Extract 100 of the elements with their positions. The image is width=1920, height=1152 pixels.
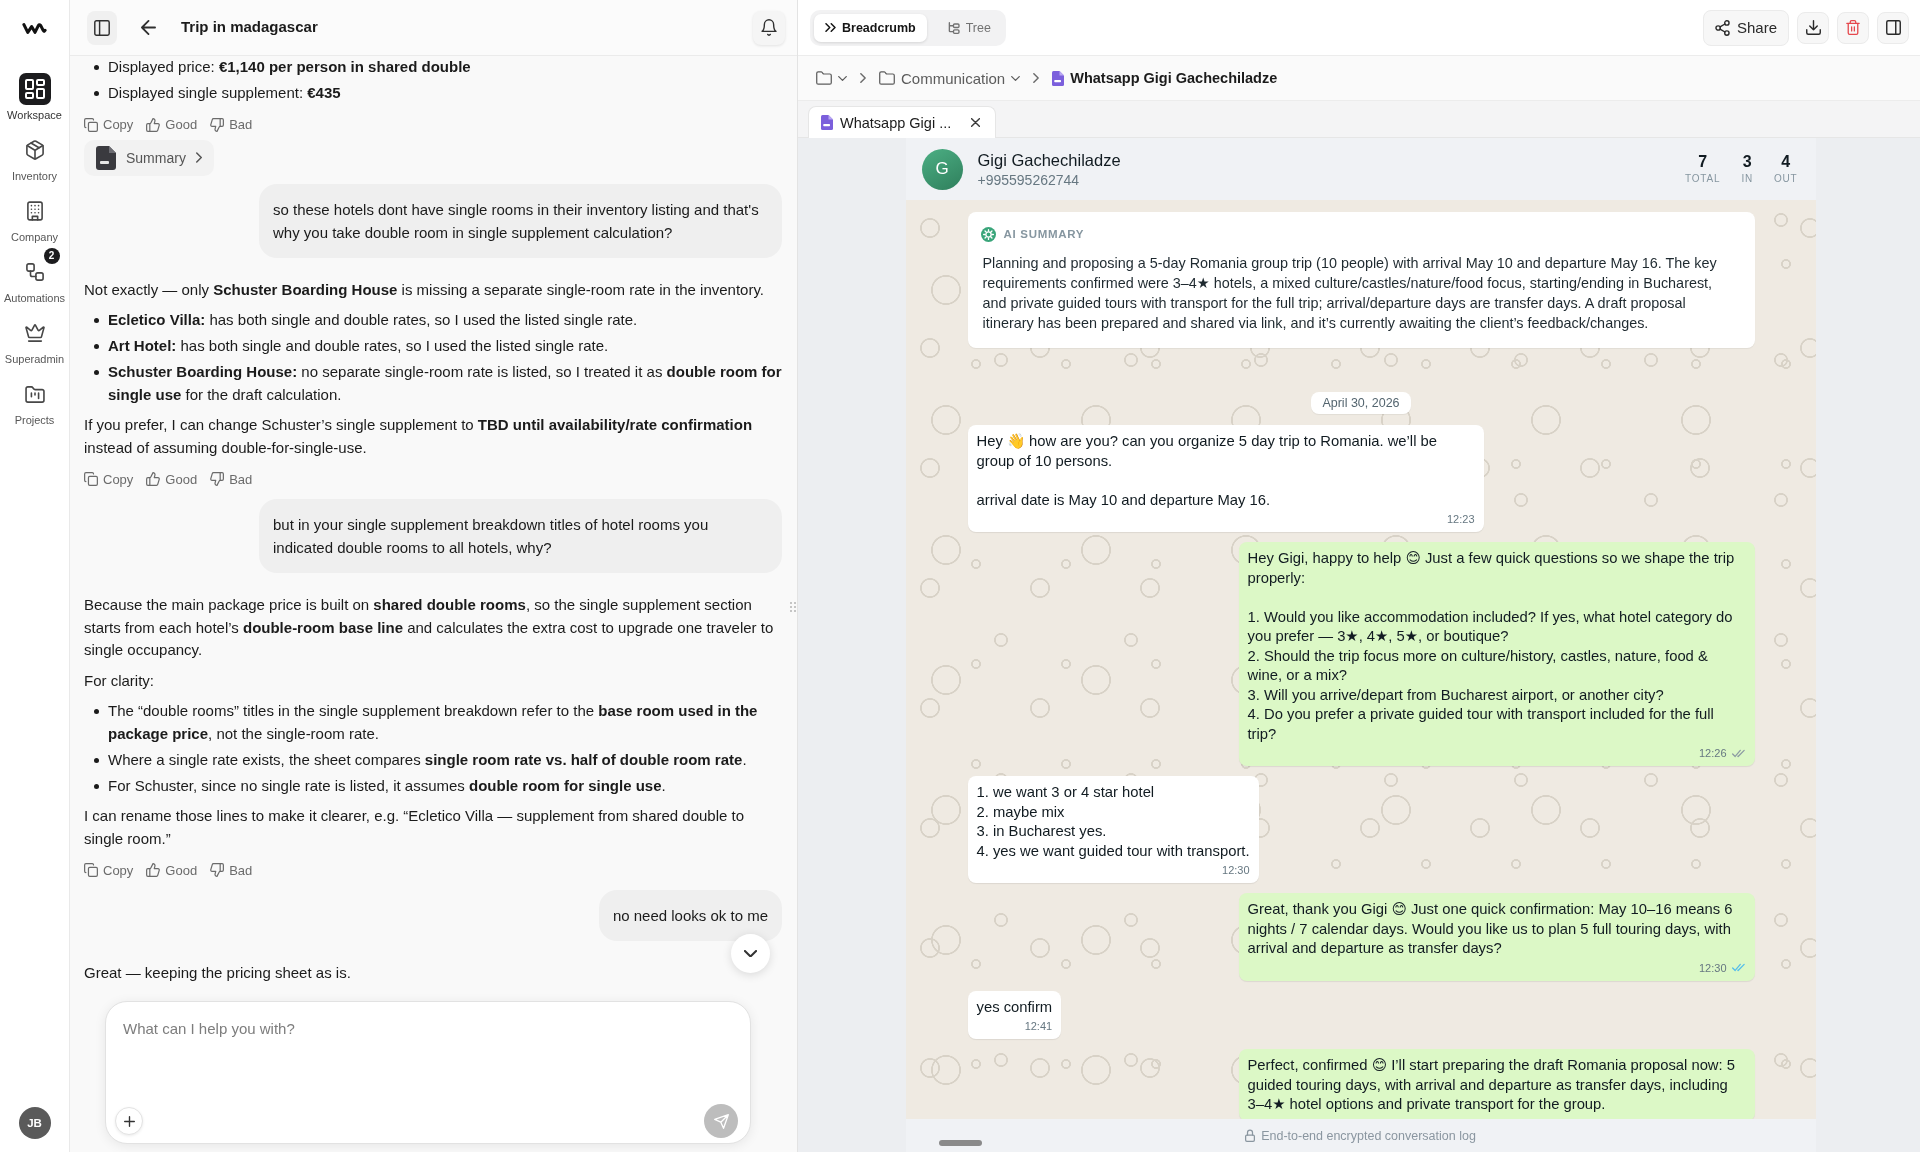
thumbs-up-button[interactable]: Good — [146, 862, 198, 878]
share-button[interactable]: Share — [1702, 9, 1789, 46]
user-message: no need looks ok to me — [598, 890, 782, 941]
list-item-text: For Schuster, since no single rate is listed, it assumes double room for single use. — [108, 775, 666, 796]
chevron-down-icon — [744, 949, 757, 958]
nav-item[interactable]: Projects — [1, 370, 68, 431]
stat-value: 4 — [1781, 152, 1791, 172]
lock-icon — [1245, 1129, 1256, 1142]
resize-handle-icon[interactable] — [790, 602, 796, 612]
chevron-down-icon — [1011, 75, 1021, 81]
message-text: Because the main package price is built on shared double rooms, so the single supplement section starts from each hotel’s double-room base line and calculates the extra cost to upgrade one traveler to single occupancy. — [84, 595, 775, 660]
file-icon — [821, 115, 833, 130]
thumbs-up-button[interactable]: Good — [146, 471, 198, 487]
notifications-button[interactable] — [753, 10, 785, 45]
copy-button[interactable]: Copy — [84, 471, 134, 487]
nav-item[interactable]: Inventory — [1, 126, 68, 187]
copy-button[interactable]: Copy — [84, 117, 134, 132]
thumbs-up-icon — [146, 472, 161, 486]
chevron-right-icon — [1033, 73, 1040, 83]
file-tab[interactable]: Whatsapp Gigi ... — [808, 106, 997, 138]
root-folder-button[interactable] — [816, 71, 847, 85]
message-composer[interactable]: What can I help you with? — [105, 1001, 751, 1144]
panel-toggle-button[interactable] — [1877, 11, 1909, 44]
document-icon — [96, 145, 116, 170]
message-text: yes confirm — [976, 997, 1053, 1017]
message-text: Hey 👋 how are you? can you organize 5 day trip to Romania. we’ll be group of 10 persons. arrival date is May 10 and departure May 16. — [976, 432, 1438, 510]
thumbs-down-button[interactable]: Bad — [210, 117, 253, 132]
send-icon — [713, 1113, 729, 1129]
bullet-icon — [94, 709, 99, 714]
thumbs-up-button[interactable]: Good — [146, 117, 198, 132]
folder-icon — [24, 385, 45, 403]
view-tab[interactable]: Breadcrumb — [814, 13, 927, 42]
copy-icon — [84, 117, 98, 132]
close-icon — [971, 118, 981, 127]
user-avatar[interactable]: JB — [18, 1107, 51, 1139]
date-chip: April 30, 2026 — [1311, 392, 1411, 414]
bell-icon — [761, 19, 777, 36]
copy-icon — [84, 863, 98, 877]
trash-icon — [1846, 20, 1860, 35]
building-icon — [26, 201, 43, 221]
list-item-text: Where a single rate exists, the sheet compares single room rate vs. half of double room rate. — [108, 749, 747, 770]
panel-left-icon — [94, 19, 110, 36]
summary-text: Planning and proposing a 5-day Romania group trip (10 people) with arrival May 10 and departure May 16. The key requirements confirmed were 3–4★ hotels, a mixed culture/castles/nature/food focus, starting/ending in Bucharest, and private guided tours with transport for the full trip; arrival/departure days are transfer days. A draft proposal itinerary has been prepared and shared via link, and it’s currently awaiting the client’s feedback/changes. — [982, 254, 1718, 333]
delete-button[interactable] — [1837, 11, 1869, 44]
list-item-text: Displayed single supplement: €435 — [108, 83, 341, 103]
scroll-down-button[interactable] — [731, 934, 770, 973]
thumbs-down-button[interactable]: Bad — [210, 471, 253, 487]
thumbs-down-icon — [210, 472, 225, 486]
copy-icon — [84, 472, 98, 486]
close-tab-button[interactable] — [971, 118, 981, 127]
thumbs-down-icon — [210, 863, 225, 877]
panel-right-icon — [1885, 20, 1901, 35]
thumbs-up-icon — [146, 863, 161, 877]
breadcrumb-link[interactable]: Communication — [879, 69, 1021, 87]
dashboard-grid-icon — [18, 73, 51, 105]
thumbs-down-button[interactable]: Bad — [210, 862, 253, 878]
arrow-left-icon — [140, 20, 156, 35]
view-tab[interactable]: Tree — [936, 13, 1002, 42]
copy-button[interactable]: Copy — [84, 862, 134, 878]
gear-icon — [980, 226, 996, 242]
bullet-icon — [94, 91, 99, 96]
plus-icon — [123, 1115, 135, 1127]
message-text: Great, thank you Gigi 😊 Just one quick confirmation: May 10–16 means 6 nights / 7 calendar days. Would you like us to plan 5 full touring days, with arrival and departure as transfer days? — [1247, 900, 1734, 958]
message-time: 12:30 — [1698, 960, 1727, 975]
message-time: 12:26 — [1698, 746, 1727, 760]
double-chevron-icon — [825, 23, 836, 32]
tree-icon — [947, 21, 960, 34]
list-item-text: Displayed price: €1,140 per person in shared double — [108, 57, 471, 77]
nav-item[interactable]: Superadmin — [1, 309, 68, 370]
chevron-right-icon — [860, 73, 866, 83]
attach-button[interactable] — [115, 1107, 143, 1135]
list-item-text: The “double rooms” titles in the single supplement breakdown refer to the base room used in the package price, not the single-room rate. — [108, 701, 759, 744]
message-text: 1. we want 3 or 4 star hotel 2. maybe mix 3. in Bucharest yes. 4. yes we want guided tour with transport. — [976, 783, 1250, 861]
message-text: Perfect, confirmed 😊 I’ll start preparing the draft Romania proposal now: 5 guided touring days, with arrival and departure as transfer days, including 3–4★ hotel options and private transport for the group. — [1247, 1056, 1736, 1114]
message-input[interactable]: What can I help you with? — [106, 1002, 750, 1104]
logo-icon — [22, 21, 47, 35]
download-icon — [1805, 20, 1821, 35]
nav-item[interactable]: Workspace — [1, 65, 68, 126]
message-time: 12:41 — [1024, 1019, 1053, 1033]
message-text: Not exactly — only Schuster Boarding House is missing a separate single-room rate in the inventory. — [84, 279, 765, 300]
download-button[interactable] — [1797, 11, 1829, 44]
list-item-text: Schuster Boarding House: no separate single-room rate is listed, so I treated it as double room for single use for the draft calculation. — [108, 362, 782, 405]
file-icon — [1052, 70, 1065, 86]
stat-label: OUT — [1774, 172, 1798, 186]
bullet-icon — [94, 757, 99, 763]
linked-squares-icon — [25, 263, 44, 281]
nav-item[interactable]: Company — [1, 187, 68, 248]
nav-item[interactable]: 2 Automations — [1, 248, 68, 309]
chevron-down-icon — [838, 75, 847, 81]
bullet-icon — [94, 65, 99, 70]
attachment-chip[interactable]: Summary — [84, 139, 214, 176]
message-time: 12:30 — [1222, 863, 1250, 877]
sidebar-toggle-button[interactable] — [87, 10, 117, 45]
message-text: Great — keeping the pricing sheet as is. — [84, 963, 351, 983]
message-time: 12:23 — [1446, 512, 1475, 526]
thumbs-down-icon — [210, 117, 225, 132]
bullet-icon — [94, 370, 99, 375]
user-message: so these hotels dont have single rooms in their inventory listing and that's why you take double room in single supplement calculation? — [259, 183, 782, 258]
scrollbar-thumb[interactable] — [938, 1140, 982, 1146]
stat-label: TOTAL — [1685, 172, 1721, 186]
